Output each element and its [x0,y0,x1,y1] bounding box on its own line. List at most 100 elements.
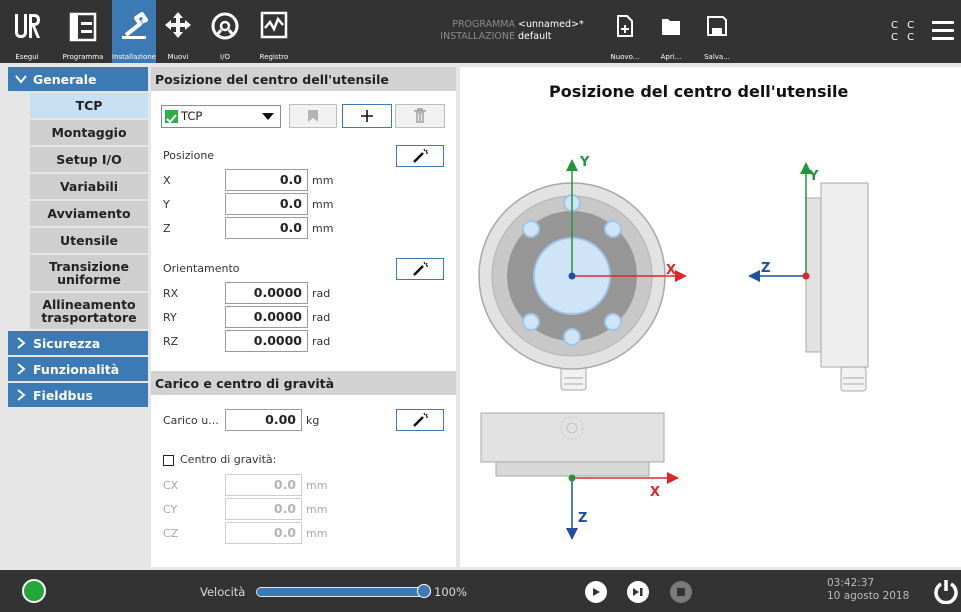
set-default-tcp-button[interactable] [289,104,337,128]
new-program-button[interactable]: Nuovo... [608,0,642,63]
position-x-label: X [163,174,171,187]
play-button[interactable] [585,581,607,603]
center-of-gravity-checkbox[interactable] [163,455,174,466]
orientation-label: Orientamento [163,262,240,275]
sidebar-item-tool[interactable]: Utensile [30,228,148,253]
position-y-field[interactable]: 0.0 [225,193,308,215]
nav-run-label: Esegui [15,53,39,61]
step-button[interactable] [627,581,649,603]
side-z-axis-label: Z [761,261,770,276]
step-forward-icon [633,588,643,596]
add-tcp-button[interactable] [342,104,392,128]
speed-slider-track[interactable] [256,587,431,597]
position-z-label: Z [163,222,171,235]
nav-section-general[interactable]: Generale [8,67,148,91]
nav-io-button[interactable]: I/O [205,0,245,63]
sidebar-item-mounting[interactable]: Montaggio [30,120,148,145]
cc-line-2: C C [891,32,918,43]
cog-y-field: 0.0 [225,498,302,520]
tcp-panel-title: Posizione del centro dell'utensile [151,67,456,91]
position-z-field[interactable]: 0.0 [225,217,308,239]
sidebar-item-tcp[interactable]: TCP [30,93,148,118]
open-program-label: Apri... [660,53,682,61]
position-y-unit: mm [312,198,334,211]
nav-section-safety[interactable]: Sicurezza [8,331,148,355]
orientation-wizard-button[interactable] [396,258,444,280]
payload-unit: kg [306,414,320,427]
chevron-right-icon [17,389,26,401]
save-program-button[interactable]: Salva... [700,0,734,63]
power-icon[interactable] [933,578,959,604]
magic-wand-icon [413,148,428,163]
orientation-rz-field[interactable]: 0.0000 [225,330,308,352]
nav-move-button[interactable]: Muovi [158,0,198,63]
cog-z-field: 0.0 [225,522,302,544]
bottom-bar: Velocità 100% 03:42:37 10 agosto 2018 [0,570,961,612]
side-origin [802,272,810,280]
sidebar-item-variables[interactable]: Variabili [30,174,148,199]
nav-section-fieldbus[interactable]: Fieldbus [8,383,148,407]
speed-slider-handle[interactable] [417,584,431,598]
bottom-z-axis-label: Z [578,511,587,526]
orientation-rx-label: RX [163,287,179,300]
orientation-rx-unit: rad [312,287,331,300]
payload-field[interactable]: 0.00 [225,409,302,431]
chevron-right-icon [17,337,26,349]
stop-button[interactable] [670,581,692,603]
tool-flange-diagram: X Y Y Z X Z [478,155,869,540]
nav-run-button[interactable]: Esegui [0,0,54,63]
cog-y-label: CY [163,503,178,516]
tcp-settings-panel: Posizione del centro dell'utensile TCP P… [151,67,456,567]
delete-tcp-button[interactable] [395,104,445,128]
open-program-button[interactable]: Apri... [656,0,686,63]
robot-status-indicator[interactable] [22,579,46,603]
position-x-field[interactable]: 0.0 [225,169,308,191]
orientation-rx-field[interactable]: 0.0000 [225,282,308,304]
orientation-rz-label: RZ [163,335,179,348]
sidebar-item-startup[interactable]: Avviamento [30,201,148,226]
nav-program-button[interactable]: Programma [54,0,112,63]
payload-wizard-button[interactable] [396,409,444,431]
tcp-selector-dropdown[interactable]: TCP [161,105,281,128]
dropdown-arrow-icon [262,113,274,120]
cog-y-unit: mm [306,503,328,516]
payload-label: Carico u... [163,414,219,427]
magic-wand-icon [413,412,428,427]
nav-installation-label: Installazione [112,53,157,61]
tcp-enabled-checkbox[interactable] [165,110,178,124]
clock-time: 03:42:37 [827,577,875,589]
nav-section-general-label: Generale [33,71,97,87]
nav-installation-button[interactable]: Installazione [112,0,156,63]
sidebar-item-smooth-transition[interactable]: Transizione uniforme [30,255,148,291]
play-icon [593,588,600,596]
payload-panel-title: Carico e centro di gravità [151,371,456,395]
nav-section-features[interactable]: Funzionalità [8,357,148,381]
side-y-axis-label: Y [808,169,819,184]
new-program-label: Nuovo... [610,53,640,61]
position-wizard-button[interactable] [396,145,444,167]
save-disk-icon [707,16,727,36]
clock-date: 10 agosto 2018 [827,590,910,602]
program-tree-icon [69,12,97,42]
nav-log-label: Registro [259,53,289,61]
bottom-x-axis-label: X [650,485,660,500]
sidebar-item-conveyor-tracking[interactable]: Allineamento trasportatore [30,293,148,329]
nav-log-button[interactable]: Registro [252,0,296,63]
bookmark-icon [308,110,318,122]
stop-icon [677,588,685,596]
robot-arm-icon [122,12,148,39]
hamburger-menu-icon[interactable] [930,18,956,44]
speed-value: 100% [434,585,467,599]
nav-move-label: Muovi [167,53,189,61]
folder-icon [662,19,680,35]
orientation-ry-unit: rad [312,311,331,324]
front-x-axis-label: X [666,263,676,278]
magic-wand-icon [413,261,428,276]
check-icon [166,114,177,124]
center-of-gravity-label: Centro di gravità: [180,453,277,466]
orientation-ry-field[interactable]: 0.0000 [225,306,308,328]
sidebar-item-io-setup[interactable]: Setup I/O [30,147,148,172]
save-program-label: Salva... [704,53,730,61]
flange-bottom-view [480,412,665,477]
new-file-icon [617,15,633,37]
